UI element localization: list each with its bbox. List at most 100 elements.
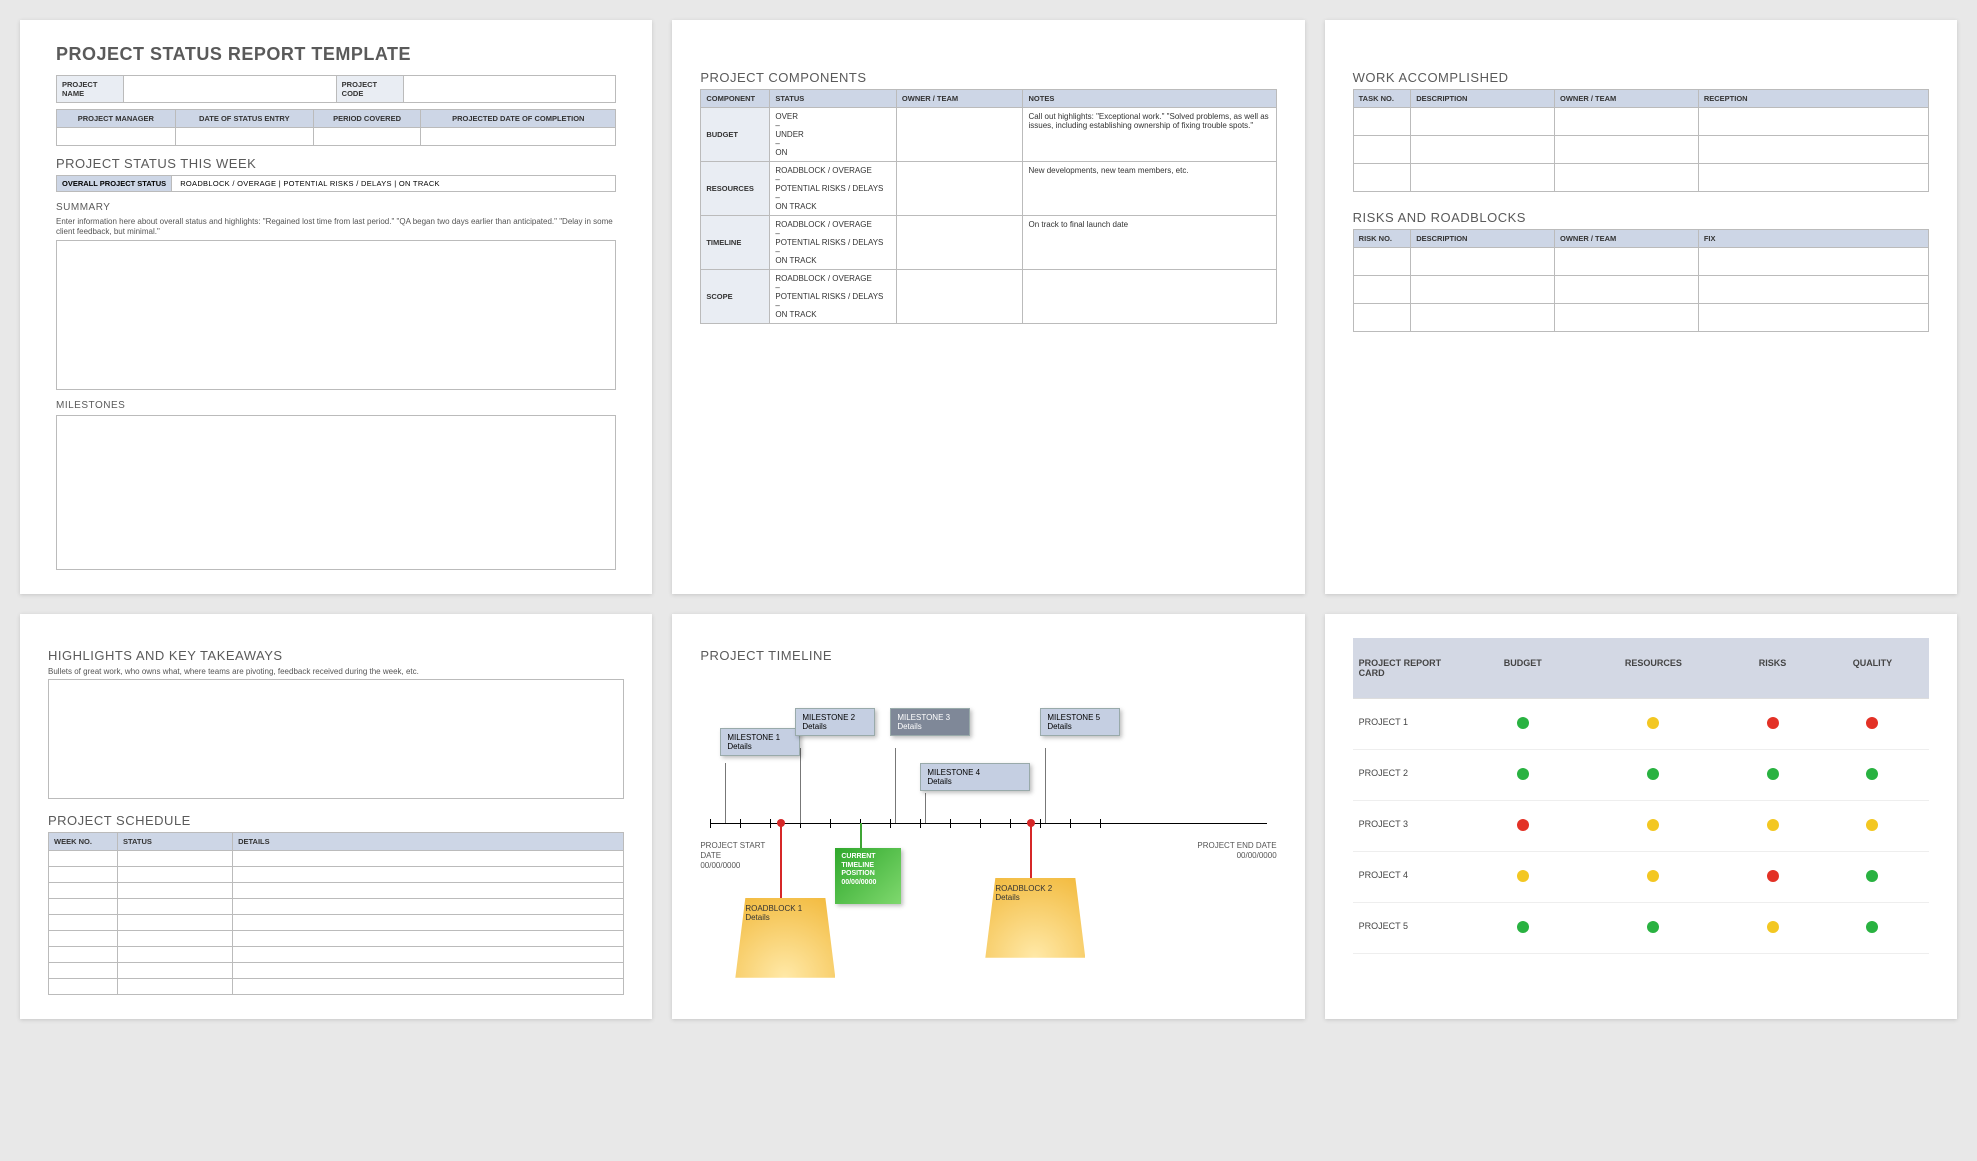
- cell-notes[interactable]: [1023, 270, 1276, 324]
- table-row: [49, 979, 624, 995]
- table-row: [1353, 108, 1928, 136]
- cell-owner[interactable]: [896, 162, 1023, 216]
- section-title-summary: SUMMARY: [56, 202, 616, 213]
- cell-owner[interactable]: [896, 270, 1023, 324]
- hdr-risk-no: RISK NO.: [1353, 230, 1411, 248]
- section-title-status-week: PROJECT STATUS THIS WEEK: [56, 156, 616, 171]
- status-dot: [1866, 768, 1878, 780]
- table-row: TIMELINE ROADBLOCK / OVERAGE – POTENTIAL…: [701, 216, 1276, 270]
- timeline: PROJECT START DATE00/00/0000 PROJECT END…: [700, 693, 1276, 993]
- milestone-card-1[interactable]: MILESTONE 1Details: [720, 728, 800, 756]
- input-project-code[interactable]: [403, 76, 616, 103]
- cell-notes[interactable]: New developments, new team members, etc.: [1023, 162, 1276, 216]
- input-project-manager[interactable]: [57, 128, 176, 146]
- status-dot: [1767, 768, 1779, 780]
- table-row: [49, 963, 624, 979]
- cell-status[interactable]: ROADBLOCK / OVERAGE – POTENTIAL RISKS / …: [770, 216, 897, 270]
- hdr-reception: RECEPTION: [1698, 90, 1928, 108]
- hdr-fix: FIX: [1698, 230, 1928, 248]
- hdr-description: DESCRIPTION: [1411, 90, 1555, 108]
- table-row: RESOURCES ROADBLOCK / OVERAGE – POTENTIA…: [701, 162, 1276, 216]
- status-dot: [1767, 717, 1779, 729]
- cell-status[interactable]: ROADBLOCK / OVERAGE – POTENTIAL RISKS / …: [770, 270, 897, 324]
- cell-notes[interactable]: Call out highlights: "Exceptional work."…: [1023, 108, 1276, 162]
- milestone-card-2[interactable]: MILESTONE 2Details: [795, 708, 875, 736]
- risks-table: RISK NO. DESCRIPTION OWNER / TEAM FIX: [1353, 229, 1929, 332]
- report-card-table: PROJECT REPORT CARD BUDGET RESOURCES RIS…: [1353, 638, 1929, 954]
- section-title-schedule: PROJECT SCHEDULE: [48, 813, 624, 828]
- hdr-date-status-entry: DATE OF STATUS ENTRY: [175, 110, 313, 128]
- hdr-projected-completion: PROJECTED DATE OF COMPLETION: [421, 110, 616, 128]
- status-dot: [1517, 819, 1529, 831]
- status-dot: [1647, 768, 1659, 780]
- hdr-status: STATUS: [118, 833, 233, 851]
- hdr-component: COMPONENT: [701, 90, 770, 108]
- highlights-area[interactable]: [48, 679, 624, 799]
- row-label-scope: SCOPE: [701, 270, 770, 324]
- cell-status[interactable]: ROADBLOCK / OVERAGE – POTENTIAL RISKS / …: [770, 162, 897, 216]
- table-row: PROJECT 4: [1353, 851, 1929, 902]
- status-dot: [1866, 717, 1878, 729]
- hdr-risks: RISKS: [1729, 638, 1816, 699]
- cell-owner[interactable]: [896, 108, 1023, 162]
- milestone-card-5[interactable]: MILESTONE 5Details: [1040, 708, 1120, 736]
- status-dot: [1647, 921, 1659, 933]
- page-title: PROJECT STATUS REPORT TEMPLATE: [56, 44, 616, 65]
- status-dot: [1647, 717, 1659, 729]
- overall-status-options[interactable]: ROADBLOCK / OVERAGE | POTENTIAL RISKS / …: [172, 175, 616, 192]
- status-dot: [1517, 768, 1529, 780]
- roadblock-card-2[interactable]: ROADBLOCK 2Details: [985, 878, 1085, 958]
- status-dot: [1866, 870, 1878, 882]
- status-dot: [1647, 819, 1659, 831]
- hdr-week-no: WEEK NO.: [49, 833, 118, 851]
- hdr-project-manager: PROJECT MANAGER: [57, 110, 176, 128]
- table-row: [49, 851, 624, 867]
- timeline-end: PROJECT END DATE00/00/0000: [1197, 841, 1277, 861]
- input-projected-completion[interactable]: [421, 128, 616, 146]
- cell-status[interactable]: OVER – UNDER – ON: [770, 108, 897, 162]
- components-table: COMPONENT STATUS OWNER / TEAM NOTES BUDG…: [700, 89, 1276, 324]
- status-dot: [1866, 921, 1878, 933]
- status-dot: [1517, 921, 1529, 933]
- project-meta-top: PROJECT NAME PROJECT CODE: [56, 75, 616, 103]
- status-dot: [1517, 717, 1529, 729]
- section-title-work: WORK ACCOMPLISHED: [1353, 70, 1929, 85]
- hdr-owner: OWNER / TEAM: [1555, 90, 1699, 108]
- table-row: BUDGET OVER – UNDER – ON Call out highli…: [701, 108, 1276, 162]
- status-dot: [1866, 819, 1878, 831]
- page-project-timeline: PROJECT TIMELINE PROJECT START DATE00/00…: [672, 614, 1304, 1019]
- status-dot: [1767, 870, 1779, 882]
- label-project-code: PROJECT CODE: [336, 76, 403, 103]
- input-project-name[interactable]: [124, 76, 337, 103]
- label-overall-status: OVERALL PROJECT STATUS: [56, 175, 172, 192]
- input-date-status-entry[interactable]: [175, 128, 313, 146]
- section-title-components: PROJECT COMPONENTS: [700, 70, 1276, 85]
- hdr-resources: RESOURCES: [1578, 638, 1730, 699]
- cell-notes[interactable]: On track to final launch date: [1023, 216, 1276, 270]
- summary-area[interactable]: [56, 240, 616, 390]
- table-row: [49, 899, 624, 915]
- milestone-card-3[interactable]: MILESTONE 3Details: [890, 708, 970, 736]
- label-project-name: PROJECT NAME: [57, 76, 124, 103]
- page-status-report-1: PROJECT STATUS REPORT TEMPLATE PROJECT N…: [20, 20, 652, 594]
- table-row: [49, 867, 624, 883]
- page-highlights-schedule: HIGHLIGHTS AND KEY TAKEAWAYS Bullets of …: [20, 614, 652, 1019]
- hdr-owner: OWNER / TEAM: [896, 90, 1023, 108]
- page-work-risks: WORK ACCOMPLISHED TASK NO. DESCRIPTION O…: [1325, 20, 1957, 594]
- table-row: [1353, 164, 1928, 192]
- input-period-covered[interactable]: [313, 128, 420, 146]
- status-dot: [1517, 870, 1529, 882]
- milestones-area[interactable]: [56, 415, 616, 570]
- schedule-table: WEEK NO. STATUS DETAILS: [48, 832, 624, 995]
- cell-owner[interactable]: [896, 216, 1023, 270]
- table-row: [49, 883, 624, 899]
- overall-status-row: OVERALL PROJECT STATUS ROADBLOCK / OVERA…: [56, 175, 616, 192]
- table-row: [1353, 136, 1928, 164]
- roadblock-card-1[interactable]: ROADBLOCK 1Details: [735, 898, 835, 978]
- milestone-card-4[interactable]: MILESTONE 4Details: [920, 763, 1030, 791]
- current-position-card[interactable]: CURRENTTIMELINEPOSITION00/00/0000: [835, 848, 901, 904]
- highlights-hint: Bullets of great work, who owns what, wh…: [48, 667, 624, 677]
- timeline-axis: [710, 823, 1266, 824]
- hdr-description: DESCRIPTION: [1411, 230, 1555, 248]
- row-label-timeline: TIMELINE: [701, 216, 770, 270]
